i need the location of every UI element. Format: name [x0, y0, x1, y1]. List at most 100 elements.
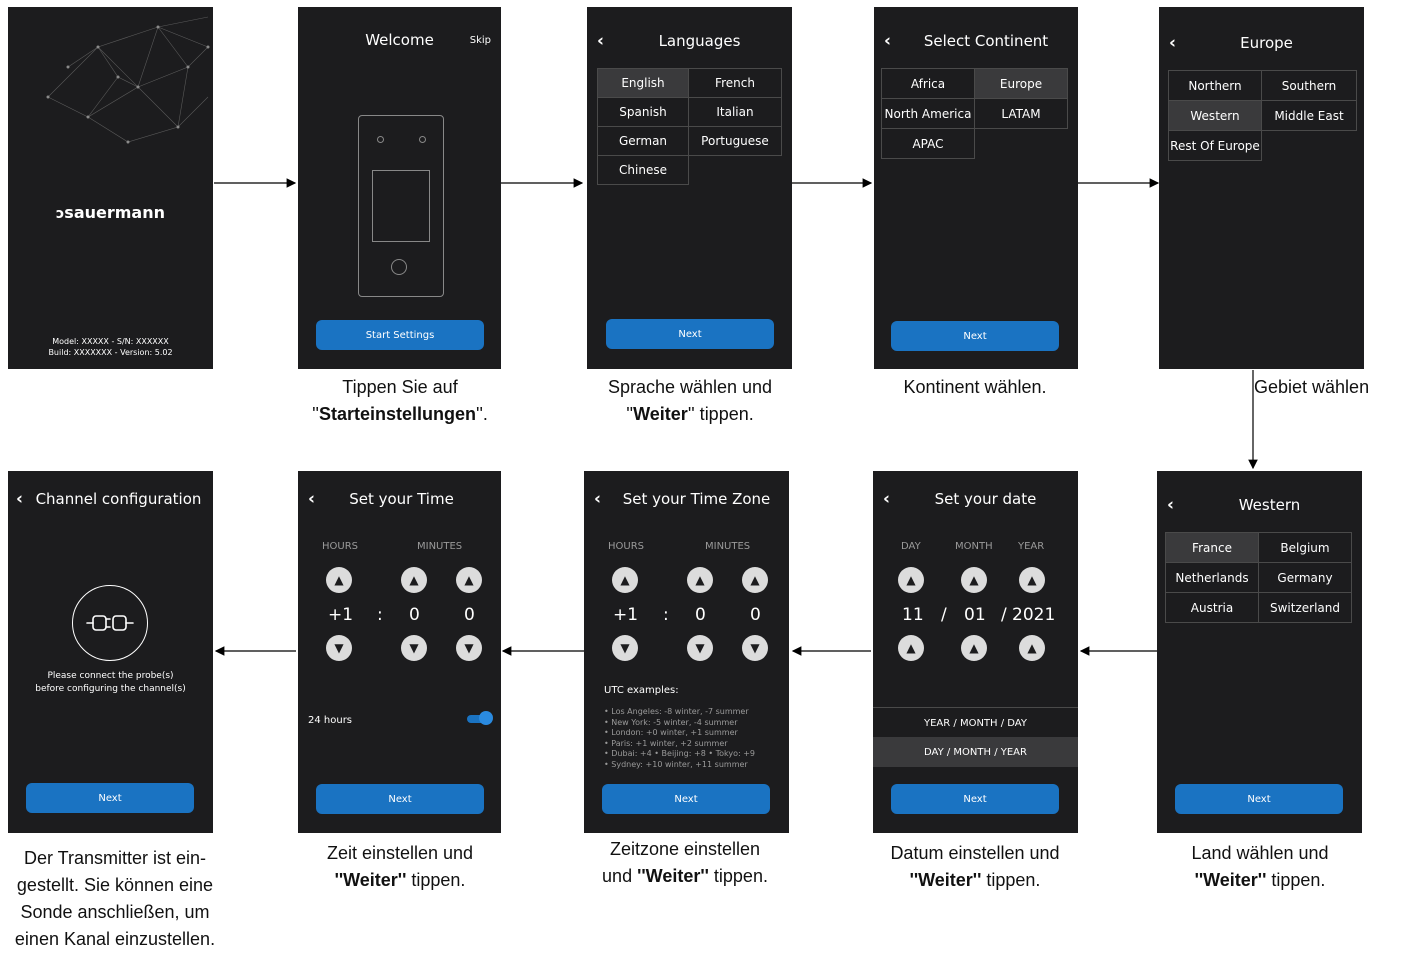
year-up-button[interactable]: ▲ — [1019, 567, 1045, 593]
hours-down-button[interactable]: ▼ — [326, 635, 352, 661]
utc-list: • Los Angeles: -8 winter, -7 summer • Ne… — [604, 707, 755, 770]
continent-africa[interactable]: Africa — [881, 68, 975, 99]
europe-title: Europe — [1240, 34, 1293, 52]
lang-german[interactable]: German — [597, 126, 689, 156]
continent-screen: ‹ Select Continent Africa Europe North A… — [874, 7, 1078, 369]
year-down-button[interactable]: ▲ — [1019, 635, 1045, 661]
year-value: 2021 — [1012, 605, 1056, 625]
hours-up-button[interactable]: ▲ — [612, 567, 638, 593]
country-switzerland[interactable]: Switzerland — [1258, 592, 1352, 623]
min1-up-button[interactable]: ▲ — [401, 567, 427, 593]
time-title: Set your Time — [349, 490, 454, 508]
utc-line: • Paris: +1 winter, +2 summer — [604, 738, 728, 748]
month-up-button[interactable]: ▲ — [961, 567, 987, 593]
hours-value: +1 — [613, 605, 639, 625]
hours-label: HOURS — [322, 541, 359, 552]
channel-config-screen: ‹ Channel configuration Please connect t… — [8, 471, 213, 833]
western-title: Western — [1238, 496, 1301, 514]
date-title: Set your date — [934, 490, 1037, 508]
start-settings-button[interactable]: Start Settings — [316, 320, 484, 350]
min1-down-button[interactable]: ▼ — [401, 635, 427, 661]
region-northern[interactable]: Northern — [1168, 70, 1262, 101]
languages-title: Languages — [658, 32, 741, 50]
min1-down-button[interactable]: ▼ — [687, 635, 713, 661]
back-chevron-icon[interactable]: ‹ — [883, 489, 890, 509]
utc-line: • London: +0 winter, +1 summer — [604, 728, 738, 737]
back-chevron-icon[interactable]: ‹ — [16, 489, 23, 509]
next-button[interactable]: Next — [316, 784, 484, 814]
channel-config-title: Channel configuration — [35, 490, 202, 508]
lang-spanish[interactable]: Spanish — [597, 97, 689, 127]
next-button[interactable]: Next — [602, 784, 770, 814]
min2-down-button[interactable]: ▼ — [456, 635, 482, 661]
time-screen: ‹ Set your Time HOURS MINUTES ▲ ▲ ▲ +1 :… — [298, 471, 501, 833]
plug-icon — [72, 585, 148, 661]
continent-apac[interactable]: APAC — [881, 128, 975, 159]
network-pattern — [46, 16, 210, 144]
hours-label: HOURS — [608, 541, 645, 552]
min2-value: 0 — [750, 605, 761, 625]
country-grid: France Belgium Netherlands Germany Austr… — [1165, 532, 1352, 623]
continent-grid: Africa Europe North America LATAM APAC — [881, 68, 1068, 159]
country-france[interactable]: France — [1165, 532, 1259, 563]
next-button[interactable]: Next — [891, 784, 1059, 814]
next-button[interactable]: Next — [1175, 784, 1343, 814]
hours-value: +1 — [328, 605, 354, 625]
date-screen: ‹ Set your date DAY MONTH YEAR ▲ ▲ ▲ 11 … — [873, 471, 1078, 833]
hours-down-button[interactable]: ▼ — [612, 635, 638, 661]
utc-line: • Dubai: +4 • Beijing: +8 • Tokyo: +9 — [604, 749, 756, 758]
next-button[interactable]: Next — [606, 319, 774, 349]
time-colon: : — [663, 605, 669, 625]
device-illustration — [358, 115, 444, 297]
next-button[interactable]: Next — [891, 321, 1059, 351]
caption-timezone: Zeitzone einstellen und ''Weiter'' tippe… — [602, 839, 768, 886]
country-netherlands[interactable]: Netherlands — [1165, 562, 1259, 593]
country-belgium[interactable]: Belgium — [1258, 532, 1352, 563]
model-text: Model: XXXXX - S/N: XXXXXX — [52, 337, 169, 346]
next-button[interactable]: Next — [26, 783, 194, 813]
min2-down-button[interactable]: ▼ — [742, 635, 768, 661]
continent-north-america[interactable]: North America — [881, 98, 975, 129]
timezone-screen: ‹ Set your Time Zone HOURS MINUTES ▲ ▲ ▲… — [584, 471, 789, 833]
languages-screen: ‹ Languages English French Spanish Itali… — [587, 7, 792, 369]
back-chevron-icon[interactable]: ‹ — [1167, 495, 1174, 515]
24h-toggle[interactable] — [467, 711, 493, 725]
caption-country: Land wählen und ''Weiter'' tippen. — [1191, 843, 1329, 890]
min2-up-button[interactable]: ▲ — [456, 567, 482, 593]
date-sep-1: / — [941, 605, 947, 625]
day-up-button[interactable]: ▲ — [898, 567, 924, 593]
format-dmy-option[interactable]: DAY / MONTH / YEAR — [873, 737, 1078, 767]
continent-latam[interactable]: LATAM — [974, 98, 1068, 129]
connect-message-1: Please connect the probe(s) — [47, 671, 174, 681]
region-rest-of-europe[interactable]: Rest Of Europe — [1168, 130, 1262, 161]
back-chevron-icon[interactable]: ‹ — [594, 489, 601, 509]
western-countries-screen: ‹ Western France Belgium Netherlands Ger… — [1157, 471, 1362, 833]
continent-europe[interactable]: Europe — [974, 68, 1068, 99]
device-button — [391, 259, 407, 275]
region-western[interactable]: Western — [1168, 100, 1262, 131]
month-down-button[interactable]: ▲ — [961, 635, 987, 661]
device-screen — [372, 170, 430, 242]
skip-button[interactable]: Skip — [470, 35, 491, 46]
region-southern[interactable]: Southern — [1261, 70, 1357, 101]
country-austria[interactable]: Austria — [1165, 592, 1259, 623]
day-down-button[interactable]: ▲ — [898, 635, 924, 661]
min2-up-button[interactable]: ▲ — [742, 567, 768, 593]
back-chevron-icon[interactable]: ‹ — [597, 31, 604, 51]
minutes-label: MINUTES — [705, 541, 751, 552]
country-germany[interactable]: Germany — [1258, 562, 1352, 593]
year-label: YEAR — [1018, 541, 1045, 552]
format-ymd-option[interactable]: YEAR / MONTH / DAY — [873, 707, 1078, 739]
caption-region: Gebiet wählen — [1254, 377, 1370, 397]
back-chevron-icon[interactable]: ‹ — [884, 31, 891, 51]
caption-time: Zeit einstellen und ''Weiter'' tippen. — [326, 843, 474, 890]
lang-chinese[interactable]: Chinese — [597, 155, 689, 185]
hours-up-button[interactable]: ▲ — [326, 567, 352, 593]
lang-portuguese[interactable]: Portuguese — [688, 126, 782, 156]
lang-italian[interactable]: Italian — [688, 97, 782, 127]
min1-up-button[interactable]: ▲ — [687, 567, 713, 593]
region-middle-east[interactable]: Middle East — [1261, 100, 1357, 131]
lang-french[interactable]: French — [688, 68, 782, 98]
lang-english[interactable]: English — [597, 68, 689, 98]
time-colon: : — [377, 605, 383, 625]
